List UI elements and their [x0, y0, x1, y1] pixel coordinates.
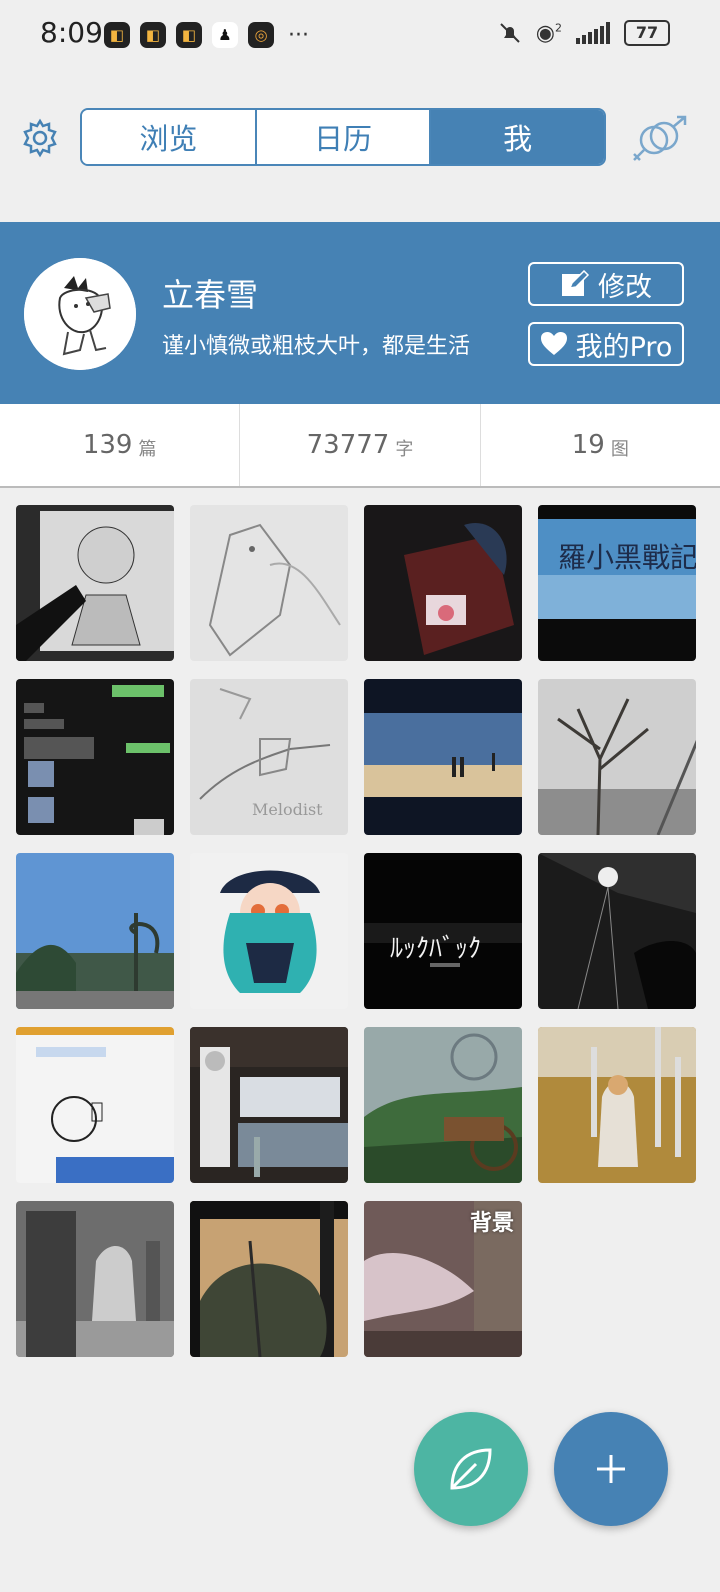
photo-thumbnail[interactable]	[364, 1027, 522, 1183]
stat-words[interactable]: 73777 字	[239, 404, 479, 486]
more-notifications-icon: ···	[288, 22, 309, 48]
stat-images[interactable]: 19 图	[479, 404, 720, 486]
photo-thumbnail[interactable]	[190, 1027, 348, 1183]
photo-thumbnail[interactable]	[538, 853, 696, 1009]
app-notification-icon: ◎	[248, 22, 274, 48]
stats-bar: 139 篇 73777 字 19 图	[0, 404, 720, 488]
photo-thumbnail[interactable]: Melodist	[190, 679, 348, 835]
heart-icon	[540, 332, 567, 355]
battery-icon: 77	[624, 20, 670, 46]
photo-thumbnail[interactable]	[16, 505, 174, 661]
stat-posts[interactable]: 139 篇	[0, 404, 239, 486]
profile-bio: 谨小慎微或粗枝大叶，都是生活	[162, 334, 471, 359]
add-entry-button[interactable]	[554, 1412, 668, 1526]
my-pro-button[interactable]: 我的Pro	[528, 322, 684, 366]
app-notification-icon: ◧	[140, 22, 166, 48]
mute-bell-icon	[500, 23, 520, 43]
svg-text:羅小黑戰記: 羅小黑戰記	[558, 541, 696, 574]
leaf-icon	[450, 1448, 492, 1490]
profile-name: 立春雪	[162, 276, 259, 314]
app-notification-icon: ◧	[176, 22, 202, 48]
plus-icon	[597, 1455, 625, 1483]
edit-label: 修改	[598, 271, 652, 303]
leaf-button[interactable]	[414, 1412, 528, 1526]
notification-icons: ◧ ◧ ◧ ♟ ◎ ···	[104, 22, 309, 48]
avatar[interactable]	[24, 258, 136, 370]
photo-thumbnail[interactable]	[16, 853, 174, 1009]
edit-icon	[562, 270, 590, 296]
photo-thumbnail[interactable]	[538, 1027, 696, 1183]
photo-thumbnail-background[interactable]: 背景	[364, 1201, 522, 1357]
stat-value: 73777	[306, 430, 390, 460]
stat-unit: 篇	[138, 439, 157, 460]
background-tag: 背景	[469, 1211, 514, 1236]
my-pro-label: 我的Pro	[575, 331, 673, 363]
tab-calendar[interactable]: 日历	[254, 110, 430, 164]
photo-thumbnail[interactable]	[364, 679, 522, 835]
hotspot-icon: ◉2	[535, 20, 562, 46]
qq-icon: ♟	[212, 22, 238, 48]
stat-value: 19	[571, 430, 605, 460]
profile-banner: 立春雪 谨小慎微或粗枝大叶，都是生活 修改 我的Pro	[0, 222, 720, 404]
view-tabs: 浏览 日历 我	[80, 108, 606, 166]
system-icons: ◉2 77	[498, 20, 670, 46]
photo-thumbnail[interactable]: ﾙｯｸﾊﾞｯｸ	[364, 853, 522, 1009]
gender-icon[interactable]	[628, 114, 690, 164]
status-time: 8:09	[40, 16, 103, 49]
stat-unit: 图	[610, 439, 629, 460]
photo-thumbnail[interactable]	[16, 1027, 174, 1183]
photo-grid: 羅小黑戰記 Melodist ﾙｯｸﾊﾞｯｸ 背景	[16, 505, 706, 1357]
photo-thumbnail[interactable]	[16, 679, 174, 835]
settings-gear-icon[interactable]	[20, 118, 60, 158]
tab-browse[interactable]: 浏览	[82, 110, 255, 164]
photo-thumbnail[interactable]: 羅小黑戰記	[538, 505, 696, 661]
status-bar: 8:09 ◧ ◧ ◧ ♟ ◎ ··· ◉2 77	[0, 0, 720, 72]
svg-text:ﾙｯｸﾊﾞｯｸ: ﾙｯｸﾊﾞｯｸ	[390, 934, 481, 964]
photo-thumbnail[interactable]	[190, 853, 348, 1009]
stat-unit: 字	[395, 439, 414, 460]
app-notification-icon: ◧	[104, 22, 130, 48]
photo-thumbnail[interactable]	[364, 505, 522, 661]
photo-thumbnail[interactable]	[190, 1201, 348, 1357]
photo-thumbnail[interactable]	[190, 505, 348, 661]
signal-icon	[576, 22, 610, 44]
tab-me[interactable]: 我	[429, 110, 604, 164]
photo-thumbnail[interactable]	[538, 679, 696, 835]
stat-value: 139	[82, 430, 133, 460]
photo-thumbnail[interactable]	[16, 1201, 174, 1357]
edit-profile-button[interactable]: 修改	[528, 262, 684, 306]
svg-text:Melodist: Melodist	[252, 800, 323, 819]
